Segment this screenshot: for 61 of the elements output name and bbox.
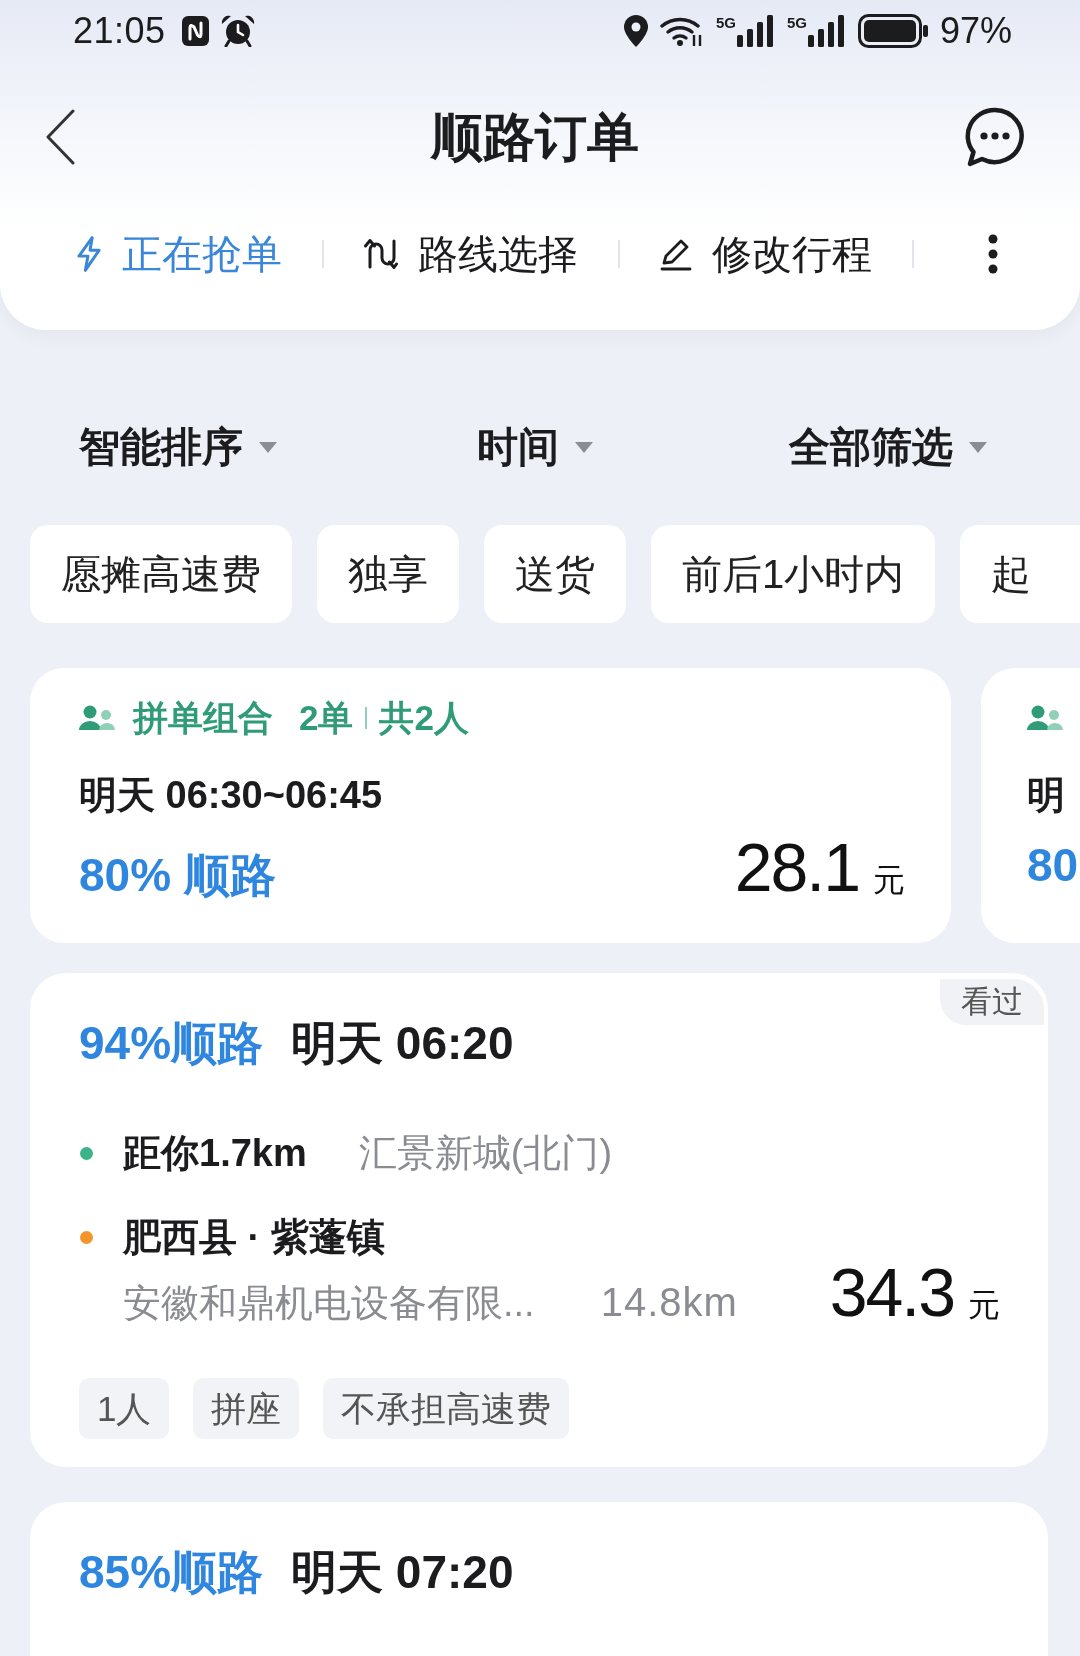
pencil-icon [660, 237, 692, 271]
toolbar-button[interactable]: 修改行程 [660, 229, 872, 279]
back-icon[interactable] [45, 109, 75, 165]
signal-bars-icon [807, 15, 846, 47]
pickup-address: 汇景新城(北门) [358, 1131, 613, 1176]
nfc-icon [181, 16, 209, 46]
price-unit: 元 [968, 1286, 1000, 1325]
alarm-clock-icon [220, 15, 255, 47]
pickup-time: 明 [1027, 774, 1065, 816]
route-match: 80 [1027, 838, 1079, 893]
battery-percent: 97% [939, 10, 1012, 52]
destination-area: 肥西县 · 紫蓬镇 [123, 1212, 385, 1262]
wifi-icon [659, 15, 704, 47]
battery-icon [857, 14, 928, 48]
combo-order-card[interactable]: 明 80 [981, 668, 1080, 943]
page-title: 顺路订单 [431, 107, 639, 167]
viewed-badge: 看过 [940, 979, 1044, 1025]
pickup-time: 明天 06:20 [291, 1016, 514, 1071]
caret-icon [575, 441, 593, 453]
order-tag: 不承担高速费 [323, 1378, 570, 1439]
more-vertical-icon[interactable] [988, 234, 998, 274]
chat-bubble-icon[interactable] [965, 107, 1025, 167]
route-match: 94%顺路 [79, 1016, 264, 1071]
combo-order-card[interactable]: 拼单组合 2单 共2人 明天 06:30~06:45 80% 顺路 28.1 元 [30, 668, 951, 943]
toolbar-button[interactable]: 正在抢单 [76, 229, 282, 279]
price-amount: 34.3 [829, 1262, 954, 1322]
filter-chip[interactable]: 送货 [484, 525, 626, 623]
toolbar-button[interactable]: 路线选择 [364, 229, 578, 279]
filter-chip[interactable]: 前后1小时内 [651, 525, 936, 623]
people-icon [1027, 705, 1063, 731]
trip-distance: 14.8km [600, 1280, 738, 1325]
order-card[interactable]: 85%顺路 明天 07:20 [30, 1502, 1048, 1656]
sort-dropdown[interactable]: 智能排序 [79, 422, 277, 472]
caret-icon [259, 441, 277, 453]
pickup-time: 明天 06:30~06:45 [79, 774, 383, 816]
network-type-label: 5G [715, 15, 736, 30]
order-tag: 1人 [79, 1378, 170, 1439]
route-match: 85%顺路 [79, 1545, 264, 1600]
filter-chip[interactable]: 起 [960, 525, 1080, 623]
location-pin-icon [623, 15, 648, 47]
combo-title: 拼单组合 [133, 696, 273, 739]
order-tag: 拼座 [193, 1378, 300, 1439]
pickup-time: 明天 07:20 [291, 1545, 514, 1600]
filter-chip[interactable]: 愿摊高速费 [30, 525, 292, 623]
network-type-label: 5G [786, 15, 807, 30]
destination-address: 安徽和鼎机电设备有限... [123, 1281, 535, 1326]
pickup-distance: 距你1.7km [123, 1131, 307, 1176]
order-card[interactable]: 看过 94%顺路 明天 06:20 距你1.7km 汇景新城(北门) 肥西县 · 紫蓬镇 安徽和鼎机电设备有限... 14.8km 34.3 元 1人 拼座 不承担高速费 [30, 973, 1048, 1467]
route-match: 80% 顺路 [79, 848, 276, 903]
price-unit: 元 [873, 861, 905, 900]
sort-dropdown[interactable]: 时间 [477, 422, 593, 472]
sort-dropdown[interactable]: 全部筛选 [789, 422, 987, 472]
price-amount: 28.1 [734, 837, 859, 897]
status-time: 21:05 [73, 10, 166, 52]
order-count: 2单 [299, 696, 354, 739]
filter-chip[interactable]: 独享 [317, 525, 459, 623]
caret-icon [969, 441, 987, 453]
lightning-icon [76, 236, 102, 272]
passenger-count: 共2人 [379, 696, 469, 739]
signal-bars-icon [736, 15, 775, 47]
people-icon [79, 705, 115, 731]
